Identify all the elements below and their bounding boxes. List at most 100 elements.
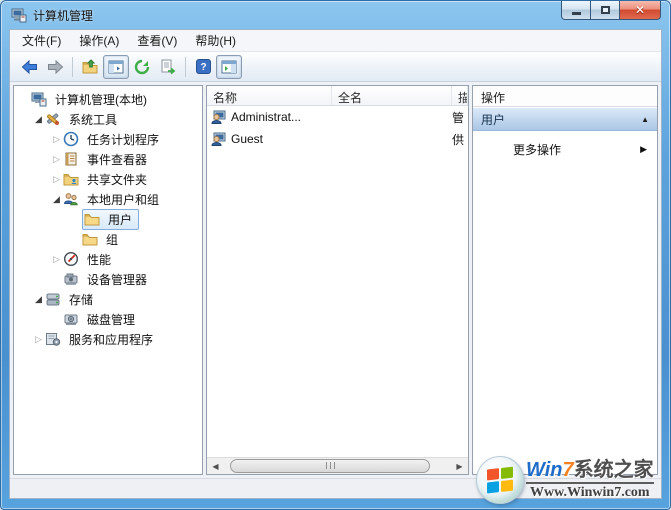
console-tree-pane: 计算机管理(本地) ◢ 系统工具 ▷ 任务计划程序 ▷ 事件查看器 ▷ 共享文件… (13, 85, 203, 475)
expand-arrow-icon[interactable]: ▷ (50, 254, 63, 265)
user-account-icon (211, 131, 227, 147)
list-column-headers: 名称 全名 描 (207, 86, 468, 106)
actions-pane: 操作 用户 ▲ 更多操作 ▶ (472, 85, 658, 475)
toolbar-separator (185, 56, 186, 77)
tree-item-users[interactable]: 用户 (14, 208, 202, 230)
tree-item-label: 共享文件夹 (87, 172, 148, 187)
export-list-button[interactable] (155, 55, 181, 79)
tree-item-label: 任务计划程序 (87, 132, 160, 147)
local-users-groups-icon (63, 191, 79, 207)
svg-text:?: ? (200, 62, 206, 73)
menu-bar: 文件(F) 操作(A) 查看(V) 帮助(H) (10, 30, 661, 52)
user-list-pane: 名称 全名 描 Administrat... 管 (206, 85, 469, 475)
forward-icon (47, 59, 63, 74)
collapse-section-icon[interactable]: ▲ (641, 115, 649, 124)
shared-folders-icon (63, 171, 79, 187)
horizontal-scrollbar[interactable]: ◀ ▶ (207, 457, 468, 474)
window-title: 计算机管理 (33, 8, 94, 23)
list-item-guest[interactable]: Guest 供 (207, 128, 468, 150)
computer-management-icon (31, 91, 47, 107)
tree-item-label: 组 (106, 232, 119, 247)
scrollbar-grip-icon (325, 462, 335, 469)
expand-arrow-icon[interactable]: ◢ (32, 114, 45, 125)
folder-icon (84, 211, 100, 227)
tree-item-local-users-and-groups[interactable]: ◢ 本地用户和组 (14, 189, 202, 209)
user-name: Administrat... (231, 110, 302, 124)
list-body: Administrat... 管 Guest 供 (207, 106, 468, 457)
menu-help[interactable]: 帮助(H) (186, 29, 245, 52)
services-applications-icon (45, 331, 61, 347)
expand-arrow-icon[interactable]: ▷ (32, 334, 45, 345)
tree-item-event-viewer[interactable]: ▷ 事件查看器 (14, 149, 202, 169)
column-header-description[interactable]: 描 (452, 86, 468, 105)
tree-item-disk-management[interactable]: 磁盘管理 (14, 309, 202, 329)
storage-icon (45, 291, 61, 307)
tree-item-shared-folders[interactable]: ▷ 共享文件夹 (14, 169, 202, 189)
show-action-pane-button[interactable] (216, 54, 242, 79)
column-header-full-name[interactable]: 全名 (332, 86, 452, 105)
tree-item-storage[interactable]: ◢ 存储 (14, 289, 202, 309)
tree-item-device-manager[interactable]: 设备管理器 (14, 269, 202, 289)
column-header-name[interactable]: 名称 (207, 86, 332, 105)
expand-arrow-icon[interactable]: ▷ (50, 134, 63, 145)
expand-arrow-icon[interactable]: ◢ (32, 294, 45, 305)
title-bar[interactable]: 计算机管理 ✕ (1, 1, 670, 29)
refresh-button[interactable] (129, 55, 155, 79)
menu-action[interactable]: 操作(A) (70, 29, 128, 52)
action-pane-icon (221, 60, 237, 73)
minimize-button[interactable] (561, 1, 591, 20)
tree-item-task-scheduler[interactable]: ▷ 任务计划程序 (14, 129, 202, 149)
scroll-right-arrow[interactable]: ▶ (451, 458, 468, 475)
disk-management-icon (63, 311, 79, 327)
close-button[interactable]: ✕ (619, 1, 661, 20)
list-item-administrator[interactable]: Administrat... 管 (207, 106, 468, 128)
tree-item-performance[interactable]: ▷ 性能 (14, 249, 202, 269)
back-icon (21, 59, 37, 74)
back-button[interactable] (16, 55, 42, 79)
scrollbar-thumb[interactable] (230, 458, 430, 473)
tree-item-label: 用户 (108, 212, 133, 227)
tree-item-services-and-applications[interactable]: ▷ 服务和应用程序 (14, 329, 202, 349)
tree-item-label: 性能 (87, 252, 112, 267)
menu-view[interactable]: 查看(V) (128, 29, 186, 52)
scrollbar-track[interactable] (224, 458, 451, 475)
menu-file[interactable]: 文件(F) (13, 29, 70, 52)
up-one-level-button[interactable] (77, 55, 103, 79)
tree-item-label: 设备管理器 (87, 272, 148, 287)
winwin7-watermark: Win7系统之家 Www.Winwin7.com (476, 452, 668, 508)
more-actions-label: 更多操作 (513, 142, 562, 157)
show-console-tree-button[interactable] (103, 54, 129, 79)
toolbar: ? (10, 52, 661, 82)
system-tools-icon (45, 111, 61, 127)
tree-item-label: 存储 (69, 292, 94, 307)
tree-item-system-tools[interactable]: ◢ 系统工具 (14, 109, 202, 129)
tree-item-computer-management[interactable]: 计算机管理(本地) (14, 89, 202, 109)
app-body: 文件(F) 操作(A) 查看(V) 帮助(H) ? 计算机管理(本地) ◢ 系统… (9, 29, 662, 499)
window-controls: ✕ (561, 1, 661, 20)
tree-item-label: 本地用户和组 (87, 192, 160, 207)
tree-item-groups[interactable]: 组 (14, 229, 202, 249)
expand-arrow-icon[interactable]: ◢ (50, 194, 63, 205)
expand-arrow-icon[interactable]: ▷ (50, 154, 63, 165)
task-scheduler-icon (63, 131, 79, 147)
tree-item-label: 计算机管理(本地) (55, 92, 147, 107)
submenu-arrow-icon: ▶ (640, 143, 647, 154)
maximize-button[interactable] (591, 1, 619, 20)
actions-section-users[interactable]: 用户 ▲ (473, 107, 657, 131)
console-tree-icon (108, 60, 124, 73)
event-viewer-icon (63, 151, 79, 167)
toolbar-separator (72, 56, 73, 77)
more-actions-item[interactable]: 更多操作 ▶ (473, 137, 657, 161)
export-list-icon (161, 59, 176, 74)
tree-item-label: 磁盘管理 (87, 312, 136, 327)
close-icon: ✕ (634, 3, 646, 17)
expand-arrow-icon[interactable]: ▷ (50, 174, 63, 185)
forward-button[interactable] (42, 55, 68, 79)
scroll-left-arrow[interactable]: ◀ (207, 458, 224, 475)
help-button[interactable]: ? (190, 55, 216, 79)
actions-pane-title: 操作 (473, 86, 657, 107)
watermark-brand: Win7系统之家 (526, 459, 654, 484)
watermark-text: Win7系统之家 Www.Winwin7.com (526, 459, 654, 501)
minimize-icon (571, 11, 581, 15)
user-description: 管 (452, 110, 465, 125)
